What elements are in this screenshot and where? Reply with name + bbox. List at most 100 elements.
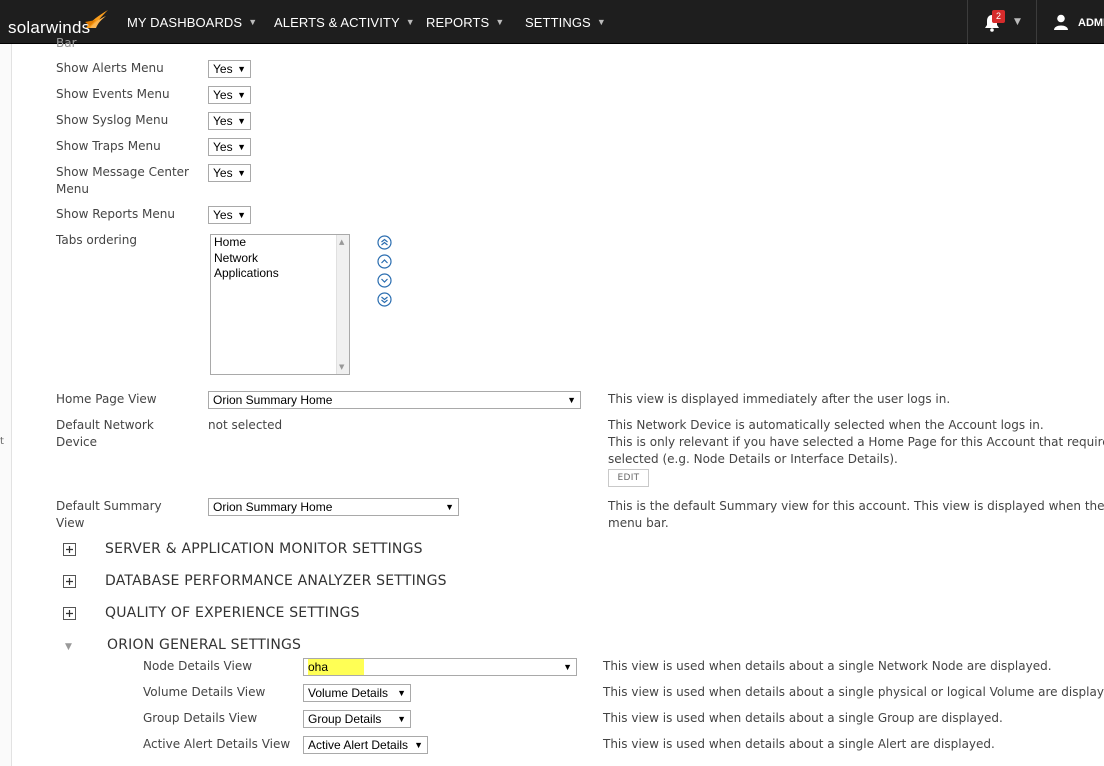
select-value: Active Alert Details — [308, 738, 409, 752]
nav-divider — [1036, 0, 1037, 44]
default-summary-view-description-1: This is the default Summary view for thi… — [608, 499, 1104, 513]
default-summary-view-label: Default Summary View — [56, 499, 162, 530]
collapse-triangle-icon[interactable]: ▼ — [65, 642, 72, 652]
select-value: Volume Details — [308, 686, 389, 700]
active-alert-details-view-select[interactable]: Active Alert Details ▼ — [303, 736, 428, 754]
dropdown-arrow-icon: ▼ — [567, 395, 576, 405]
section-orion-general[interactable]: ORION GENERAL SETTINGS — [107, 637, 301, 653]
show-syslog-menu-label: Show Syslog Menu — [56, 113, 169, 127]
nav-alerts-activity-label: ALERTS & ACTIVITY — [274, 15, 400, 30]
default-summary-view-select[interactable]: Orion Summary Home ▼ — [208, 498, 459, 516]
edit-button[interactable]: EDIT — [608, 469, 649, 487]
show-events-menu-label: Show Events Menu — [56, 87, 170, 101]
dropdown-arrow-icon: ▼ — [563, 662, 572, 672]
user-name[interactable]: ADMI — [1078, 17, 1104, 29]
select-value: Yes — [213, 208, 233, 222]
nav-settings[interactable]: SETTINGS ▼ — [525, 15, 606, 30]
list-item[interactable]: Applications — [214, 266, 279, 280]
move-to-top-icon[interactable] — [377, 235, 392, 250]
nav-alerts-activity[interactable]: ALERTS & ACTIVITY ▼ — [274, 15, 415, 30]
list-item[interactable]: Network — [214, 251, 258, 265]
default-network-device-label: Default Network Device — [56, 418, 154, 449]
dropdown-arrow-icon: ▼ — [237, 90, 246, 100]
show-message-center-menu-label: Show Message Center Menu — [56, 165, 189, 196]
default-summary-view-description-2: menu bar. — [608, 516, 669, 530]
volume-details-view-label: Volume Details View — [143, 685, 266, 699]
move-to-bottom-icon[interactable] — [377, 292, 392, 307]
dropdown-arrow-icon: ▼ — [397, 714, 406, 724]
solarwinds-bird-icon — [85, 10, 108, 28]
section-database-performance-analyzer[interactable]: DATABASE PERFORMANCE ANALYZER SETTINGS — [105, 573, 447, 589]
group-details-view-description: This view is used when details about a s… — [603, 711, 1003, 725]
show-traps-menu-label: Show Traps Menu — [56, 139, 161, 153]
select-value: Group Details — [308, 712, 382, 726]
user-icon[interactable] — [1054, 14, 1068, 30]
nav-divider — [967, 0, 968, 44]
select-value: Orion Summary Home — [213, 393, 333, 407]
dropdown-arrow-icon: ▼ — [414, 740, 423, 750]
dropdown-arrow-icon: ▼ — [445, 502, 454, 512]
node-details-view-description: This view is used when details about a s… — [603, 659, 1052, 673]
default-network-device-description-2: This is only relevant if you have select… — [608, 435, 1104, 449]
expand-plus-icon[interactable] — [63, 543, 76, 556]
scroll-up-icon[interactable]: ▲ — [339, 238, 344, 246]
dropdown-arrow-icon: ▼ — [237, 64, 246, 74]
dropdown-arrow-icon: ▼ — [237, 168, 246, 178]
logo-text: solarwinds — [8, 18, 91, 37]
show-alerts-menu-select[interactable]: Yes ▼ — [208, 60, 251, 78]
default-network-device-description-3: selected (e.g. Node Details or Interface… — [608, 452, 898, 466]
group-details-view-label: Group Details View — [143, 711, 258, 725]
select-value: Yes — [213, 88, 233, 102]
notification-count-badge: 2 — [992, 10, 1005, 23]
nav-my-dashboards-label: MY DASHBOARDS — [127, 15, 243, 30]
chevron-down-icon: ▼ — [405, 17, 415, 27]
volume-details-view-description: This view is used when details about a s… — [603, 685, 1104, 699]
expand-plus-icon[interactable] — [63, 607, 76, 620]
select-value: Yes — [213, 166, 233, 180]
select-value: Yes — [213, 140, 233, 154]
select-value: Yes — [213, 62, 233, 76]
home-page-view-label: Home Page View — [56, 392, 157, 406]
node-details-view-select[interactable]: oha ▼ — [303, 658, 577, 676]
home-page-view-description: This view is displayed immediately after… — [608, 392, 951, 406]
section-quality-of-experience[interactable]: QUALITY OF EXPERIENCE SETTINGS — [105, 605, 360, 621]
show-traps-menu-select[interactable]: Yes ▼ — [208, 138, 251, 156]
chevron-down-icon[interactable]: ▼ — [1014, 17, 1021, 27]
group-details-view-select[interactable]: Group Details ▼ — [303, 710, 411, 728]
list-item[interactable]: Home — [214, 235, 246, 249]
active-alert-details-view-label: Active Alert Details View — [143, 737, 291, 751]
default-network-device-value: not selected — [208, 418, 283, 432]
select-value: Yes — [213, 114, 233, 128]
chevron-down-icon: ▼ — [495, 17, 505, 27]
select-value: oha — [308, 659, 365, 675]
expand-plus-icon[interactable] — [63, 575, 76, 588]
section-server-application-monitor[interactable]: SERVER & APPLICATION MONITOR SETTINGS — [105, 541, 423, 557]
gutter-text-fragment: t — [0, 436, 4, 447]
move-down-icon[interactable] — [377, 273, 392, 288]
scroll-down-icon[interactable]: ▼ — [339, 363, 344, 371]
show-alerts-menu-label: Show Alerts Menu — [56, 61, 164, 75]
nav-my-dashboards[interactable]: MY DASHBOARDS ▼ — [127, 15, 257, 30]
move-up-icon[interactable] — [377, 254, 392, 269]
show-events-menu-select[interactable]: Yes ▼ — [208, 86, 251, 104]
dropdown-arrow-icon: ▼ — [397, 688, 406, 698]
tabs-ordering-listbox[interactable]: Home Network Applications ▲ ▼ — [210, 234, 350, 375]
default-network-device-description-1: This Network Device is automatically sel… — [608, 418, 1044, 432]
active-alert-details-view-description: This view is used when details about a s… — [603, 737, 995, 751]
show-message-center-menu-select[interactable]: Yes ▼ — [208, 164, 251, 182]
nav-reports[interactable]: REPORTS ▼ — [426, 15, 504, 30]
home-page-view-select[interactable]: Orion Summary Home ▼ — [208, 391, 581, 409]
chevron-down-icon: ▼ — [596, 17, 606, 27]
show-syslog-menu-select[interactable]: Yes ▼ — [208, 112, 251, 130]
truncated-label: Bar — [56, 36, 77, 50]
chevron-down-icon: ▼ — [248, 17, 258, 27]
show-reports-menu-select[interactable]: Yes ▼ — [208, 206, 251, 224]
dropdown-arrow-icon: ▼ — [237, 142, 246, 152]
volume-details-view-select[interactable]: Volume Details ▼ — [303, 684, 411, 702]
listbox-scrollbar[interactable]: ▲ ▼ — [336, 235, 349, 374]
dropdown-arrow-icon: ▼ — [237, 116, 246, 126]
left-gutter-panel: t — [0, 44, 12, 766]
node-details-view-label: Node Details View — [143, 659, 253, 673]
select-value: Orion Summary Home — [213, 500, 333, 514]
tabs-ordering-label: Tabs ordering — [56, 233, 137, 247]
